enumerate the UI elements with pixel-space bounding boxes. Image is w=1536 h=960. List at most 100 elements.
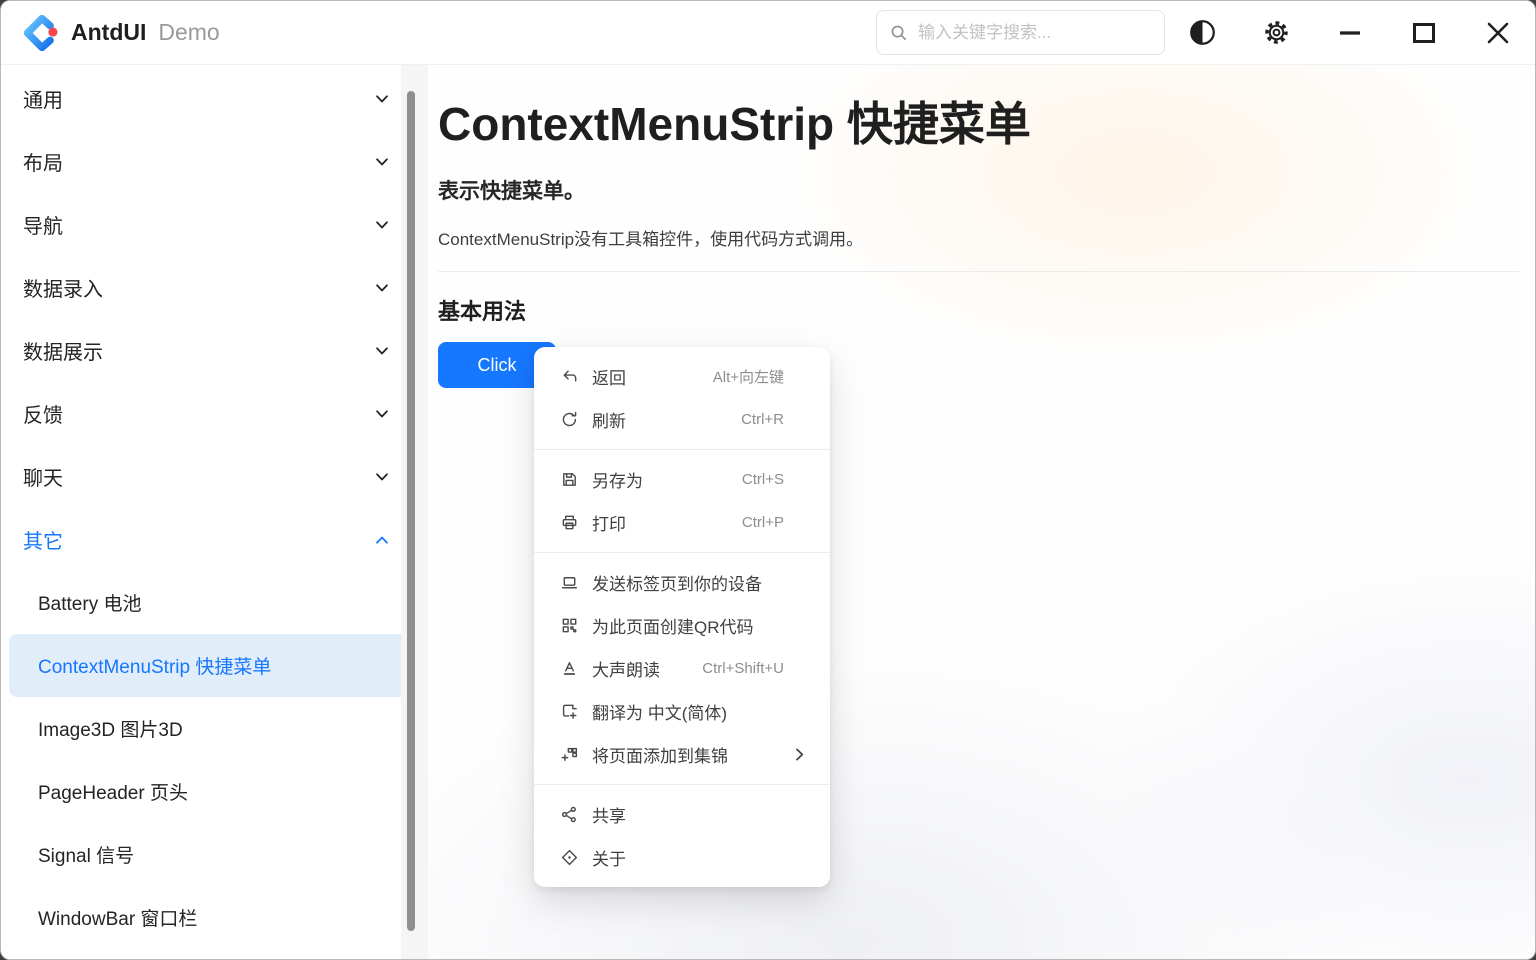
chevron-down-icon <box>373 342 391 360</box>
theme-toggle-button[interactable] <box>1165 1 1239 65</box>
menu-item-label: 另存为 <box>592 467 643 492</box>
sidebar-group-5[interactable]: 数据展示 <box>1 319 428 382</box>
app-body: 通用布局导航数据录入数据展示反馈聊天其它 Battery 电池 ContextMen… <box>1 65 1535 959</box>
chevron-up-icon <box>373 531 391 549</box>
search-input[interactable] <box>916 22 1154 44</box>
sidebar-item-2[interactable]: ContextMenuStrip 快捷菜单 <box>9 634 422 697</box>
qr-code-icon <box>560 616 579 635</box>
page-body: ContextMenuStrip 快捷菜单 表示快捷菜单。 ContextMen… <box>428 65 1535 388</box>
chevron-down-icon <box>373 405 391 423</box>
maximize-icon <box>1411 20 1437 46</box>
antdui-logo-icon <box>19 10 65 56</box>
sidebar-nav-list: 通用布局导航数据录入数据展示反馈聊天其它 Battery 电池 ContextMen… <box>1 67 428 949</box>
context-menu-item[interactable]: 刷新Ctrl+R <box>534 398 830 441</box>
sidebar-group-label: 其它 <box>23 525 63 554</box>
sidebar-scrollbar-thumb[interactable] <box>407 91 415 931</box>
sidebar-menu: 通用布局导航数据录入数据展示反馈聊天其它 Battery 电池 ContextMen… <box>1 65 428 959</box>
maximize-button[interactable] <box>1387 1 1461 65</box>
minimize-button[interactable] <box>1313 1 1387 65</box>
sidebar-group-label: 聊天 <box>23 462 63 491</box>
app-mode-label: Demo <box>158 19 219 46</box>
page-title: ContextMenuStrip 快捷菜单 <box>438 97 1519 152</box>
search-box[interactable] <box>876 10 1165 55</box>
sidebar-group-3[interactable]: 导航 <box>1 193 428 256</box>
sidebar-group-label: 反馈 <box>23 399 63 428</box>
sidebar-item-label: Battery 电池 <box>38 589 141 616</box>
context-menu-group-2: 另存为Ctrl+S打印Ctrl+P <box>534 449 830 544</box>
context-menu-popup: 返回Alt+向左键刷新Ctrl+R另存为Ctrl+S打印Ctrl+P发送标签页到… <box>534 347 830 887</box>
sidebar-item-label: Signal 信号 <box>38 841 134 868</box>
menu-item-label: 关于 <box>592 845 626 870</box>
sidebar-item-label: ContextMenuStrip 快捷菜单 <box>38 652 271 679</box>
header-divider <box>438 271 1519 272</box>
sidebar-item-label: WindowBar 窗口栏 <box>38 904 197 931</box>
sidebar-group-label: 布局 <box>23 147 63 176</box>
collections-icon <box>560 745 579 764</box>
close-button[interactable] <box>1461 1 1535 65</box>
save-icon <box>560 470 579 489</box>
read-aloud-icon <box>560 659 579 678</box>
sidebar-item-label: PageHeader 页头 <box>38 778 188 805</box>
chevron-down-icon <box>373 216 391 234</box>
sidebar-item-6[interactable]: WindowBar 窗口栏 <box>9 886 422 949</box>
context-menu-item[interactable]: 关于 <box>534 836 830 879</box>
menu-item-label: 将页面添加到集锦 <box>592 742 728 767</box>
context-menu-item[interactable]: 返回Alt+向左键 <box>534 355 830 398</box>
context-menu-group-4: 共享关于 <box>534 784 830 879</box>
search-icon <box>889 23 908 42</box>
sidebar-item-label: Image3D 图片3D <box>38 715 183 742</box>
sidebar-scrollbar-track[interactable] <box>401 65 428 959</box>
sidebar-group-4[interactable]: 数据录入 <box>1 256 428 319</box>
menu-item-shortcut: Ctrl+R <box>741 411 784 428</box>
context-menu-item[interactable]: 为此页面创建QR代码 <box>534 604 830 647</box>
send-to-device-icon <box>560 573 579 592</box>
context-menu-group-1: 返回Alt+向左键刷新Ctrl+R <box>534 355 830 441</box>
context-menu-item[interactable]: 共享 <box>534 793 830 836</box>
menu-item-label: 发送标签页到你的设备 <box>592 570 762 595</box>
menu-item-shortcut: Alt+向左键 <box>713 366 784 387</box>
menu-item-label: 大声朗读 <box>592 656 660 681</box>
context-menu-item[interactable]: 将页面添加到集锦 <box>534 733 830 776</box>
minimize-icon <box>1337 20 1363 46</box>
context-menu-item[interactable]: 大声朗读 Ctrl+Shift+U <box>534 647 830 690</box>
context-menu-item[interactable]: 发送标签页到你的设备 <box>534 561 830 604</box>
page-subtitle: 表示快捷菜单。 <box>438 175 1519 205</box>
sidebar-group-7[interactable]: 聊天 <box>1 445 428 508</box>
sidebar-item-1[interactable]: Battery 电池 <box>9 571 422 634</box>
sidebar-group-label: 导航 <box>23 210 63 239</box>
sidebar-group-2[interactable]: 布局 <box>1 130 428 193</box>
menu-item-label: 为此页面创建QR代码 <box>592 613 754 638</box>
chevron-down-icon <box>373 153 391 171</box>
context-menu-item[interactable]: 打印Ctrl+P <box>534 501 830 544</box>
context-menu-item[interactable]: 另存为Ctrl+S <box>534 458 830 501</box>
page-description: ContextMenuStrip没有工具箱控件，使用代码方式调用。 <box>438 225 1519 250</box>
sidebar-group-1[interactable]: 通用 <box>1 67 428 130</box>
refresh-icon <box>560 410 579 429</box>
menu-item-label: 翻译为 中文(简体) <box>592 699 727 724</box>
translate-icon <box>560 702 579 721</box>
section-heading: 基本用法 <box>438 294 1519 326</box>
share-icon <box>560 805 579 824</box>
app-window: AntdUI Demo <box>0 0 1536 960</box>
sidebar-item-5[interactable]: Signal 信号 <box>9 823 422 886</box>
sidebar-item-4[interactable]: PageHeader 页头 <box>9 760 422 823</box>
chevron-down-icon <box>373 90 391 108</box>
titlebar: AntdUI Demo <box>1 1 1535 65</box>
menu-item-label: 打印 <box>592 510 626 535</box>
sidebar-item-3[interactable]: Image3D 图片3D <box>9 697 422 760</box>
sidebar-group-label: 通用 <box>23 84 63 113</box>
sidebar-group-8[interactable]: 其它 <box>1 508 428 571</box>
chevron-down-icon <box>373 279 391 297</box>
chevron-right-icon <box>791 746 808 763</box>
context-menu-group-3: 发送标签页到你的设备为此页面创建QR代码大声朗读 Ctrl+Shift+U 翻译为 … <box>534 552 830 776</box>
context-menu-item[interactable]: 翻译为 中文(简体) <box>534 690 830 733</box>
chevron-down-icon <box>373 468 391 486</box>
print-icon <box>560 513 579 532</box>
menu-item-label: 共享 <box>592 802 626 827</box>
sidebar-group-6[interactable]: 反馈 <box>1 382 428 445</box>
contrast-icon <box>1189 19 1216 46</box>
settings-button[interactable] <box>1239 1 1313 65</box>
menu-item-shortcut: Ctrl+Shift+U <box>702 660 784 677</box>
sidebar-group-label: 数据展示 <box>23 336 103 365</box>
gear-icon <box>1263 19 1290 46</box>
